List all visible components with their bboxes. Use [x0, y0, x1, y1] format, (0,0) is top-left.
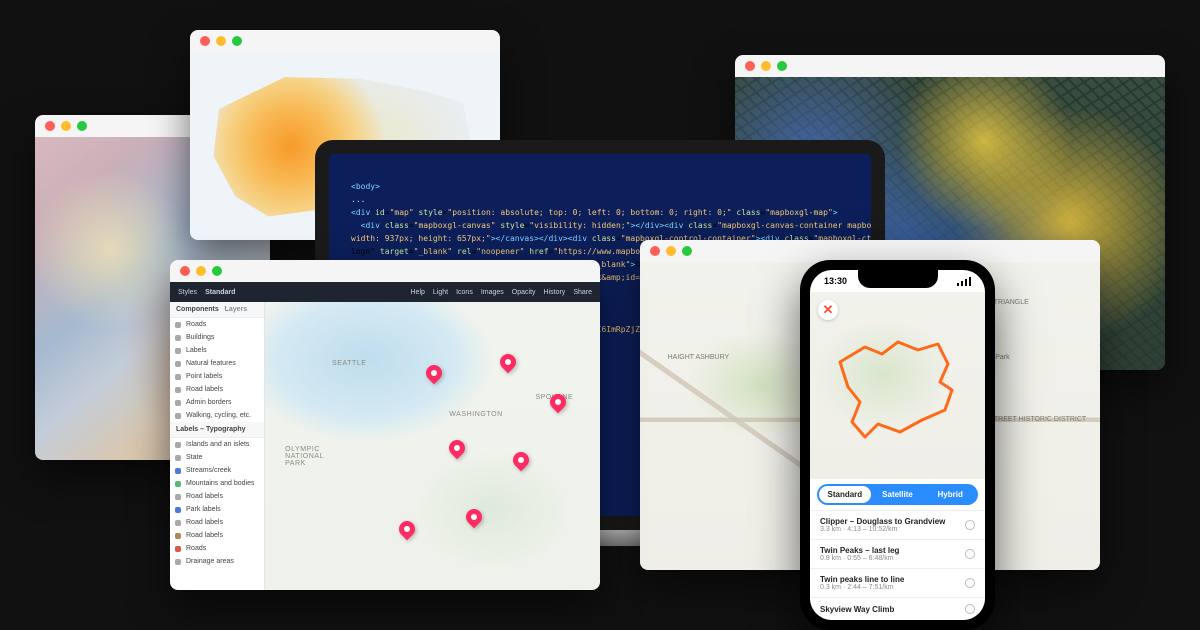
layers-header[interactable]: Layers — [225, 306, 248, 313]
ride-name: Skyview Way Climb — [820, 605, 959, 614]
tool-opacity[interactable]: Opacity — [512, 289, 536, 296]
ride-name: Twin Peaks – last leg — [820, 546, 959, 555]
ride-name: Clipper – Douglass to Grandview — [820, 517, 959, 526]
phone-map[interactable]: ✕ — [810, 292, 985, 479]
map-pin-icon[interactable] — [396, 518, 419, 541]
component-item[interactable]: Point labels — [170, 370, 264, 383]
style-name: Standard — [205, 289, 235, 296]
component-item[interactable]: Admin borders — [170, 396, 264, 409]
radio-icon[interactable] — [965, 549, 975, 559]
studio-window: Styles Standard Help Light Icons Images … — [170, 260, 600, 590]
minimize-icon[interactable] — [216, 36, 226, 46]
code-line: <body> — [351, 180, 849, 193]
studio-map[interactable]: SEATTLE WASHINGTON SPOKANE OLYMPIC NATIO… — [265, 302, 600, 590]
layer-item[interactable]: Drainage areas — [170, 555, 264, 568]
code-line: <div id="map" style="position: absolute;… — [351, 206, 849, 219]
close-icon[interactable] — [45, 121, 55, 131]
minimize-icon[interactable] — [196, 266, 206, 276]
zoom-icon[interactable] — [682, 246, 692, 256]
close-icon[interactable] — [200, 36, 210, 46]
layer-item[interactable]: Islands and an islets — [170, 438, 264, 451]
window-chrome — [640, 240, 1100, 262]
map-pin-icon[interactable] — [496, 351, 519, 374]
studio-toolbar: Styles Standard Help Light Icons Images … — [170, 282, 600, 302]
layer-item[interactable]: Roads — [170, 542, 264, 555]
component-item[interactable]: Labels — [170, 344, 264, 357]
ride-list: Clipper – Douglass to Grandview3.3 km · … — [810, 510, 985, 620]
ride-item[interactable]: Clipper – Douglass to Grandview3.3 km · … — [810, 510, 985, 539]
close-icon[interactable] — [745, 61, 755, 71]
layer-item[interactable]: State — [170, 451, 264, 464]
group-header: Labels – Typography — [170, 422, 264, 438]
component-item[interactable]: Buildings — [170, 331, 264, 344]
close-icon[interactable] — [180, 266, 190, 276]
ride-meta: 0.8 km · 0:55 – 6:48/km — [820, 555, 959, 562]
styles-dropdown[interactable]: Styles — [178, 289, 197, 296]
tool-share[interactable]: Share — [573, 289, 592, 296]
route-path — [810, 292, 985, 492]
layer-item[interactable]: Mountains and bodies — [170, 477, 264, 490]
layer-item[interactable]: Park labels — [170, 503, 264, 516]
minimize-icon[interactable] — [761, 61, 771, 71]
window-chrome — [735, 55, 1165, 77]
zoom-icon[interactable] — [777, 61, 787, 71]
window-chrome — [190, 30, 500, 52]
ride-name: Twin peaks line to line — [820, 575, 959, 584]
component-item[interactable]: Walking, cycling, etc. — [170, 409, 264, 422]
ride-item[interactable]: Skyview Way Climb — [810, 597, 985, 620]
map-pin-icon[interactable] — [510, 448, 533, 471]
zoom-icon[interactable] — [77, 121, 87, 131]
component-item[interactable]: Roads — [170, 318, 264, 331]
close-icon[interactable] — [650, 246, 660, 256]
code-line: ... — [351, 193, 849, 206]
radio-icon[interactable] — [965, 578, 975, 588]
phone-screen: 13:30 ✕ StandardSatelliteHybrid Clipper … — [810, 270, 985, 620]
radio-icon[interactable] — [965, 604, 975, 614]
minimize-icon[interactable] — [666, 246, 676, 256]
zoom-icon[interactable] — [232, 36, 242, 46]
tool-icons[interactable]: Icons — [456, 289, 473, 296]
status-time: 13:30 — [824, 276, 847, 286]
components-header[interactable]: Components — [176, 306, 219, 313]
map-pin-icon[interactable] — [422, 362, 445, 385]
phone-notch — [858, 270, 938, 288]
layer-item[interactable]: Road labels — [170, 529, 264, 542]
layer-item[interactable]: Road labels — [170, 490, 264, 503]
map-label: HAIGHT ASHBURY — [668, 354, 730, 361]
window-chrome — [170, 260, 600, 282]
tool-light[interactable]: Light — [433, 289, 448, 296]
studio-sidebar: Components Layers RoadsBuildingsLabelsNa… — [170, 302, 265, 590]
map-label: WASHINGTON — [449, 411, 502, 418]
radio-icon[interactable] — [965, 520, 975, 530]
tool-help[interactable]: Help — [411, 289, 425, 296]
layer-item[interactable]: Streams/creek — [170, 464, 264, 477]
zoom-icon[interactable] — [212, 266, 222, 276]
map-pin-icon[interactable] — [463, 506, 486, 529]
signal-icon — [957, 277, 971, 286]
component-item[interactable]: Road labels — [170, 383, 264, 396]
ride-item[interactable]: Twin peaks line to line0.3 km · 2:44 – 7… — [810, 568, 985, 597]
ride-meta: 0.3 km · 2:44 – 7:51/km — [820, 584, 959, 591]
map-label: SEATTLE — [332, 360, 367, 367]
map-pin-icon[interactable] — [446, 437, 469, 460]
layer-item[interactable]: Road labels — [170, 516, 264, 529]
phone: 13:30 ✕ StandardSatelliteHybrid Clipper … — [800, 260, 995, 630]
code-line: <div class="mapboxgl-canvas" style="visi… — [351, 219, 849, 232]
component-item[interactable]: Natural features — [170, 357, 264, 370]
tool-images[interactable]: Images — [481, 289, 504, 296]
map-label: OLYMPIC NATIONAL PARK — [285, 446, 335, 467]
ride-meta: 3.3 km · 4:13 – 10:52/km — [820, 526, 959, 533]
minimize-icon[interactable] — [61, 121, 71, 131]
tool-history[interactable]: History — [544, 289, 566, 296]
ride-item[interactable]: Twin Peaks – last leg0.8 km · 0:55 – 6:4… — [810, 539, 985, 568]
